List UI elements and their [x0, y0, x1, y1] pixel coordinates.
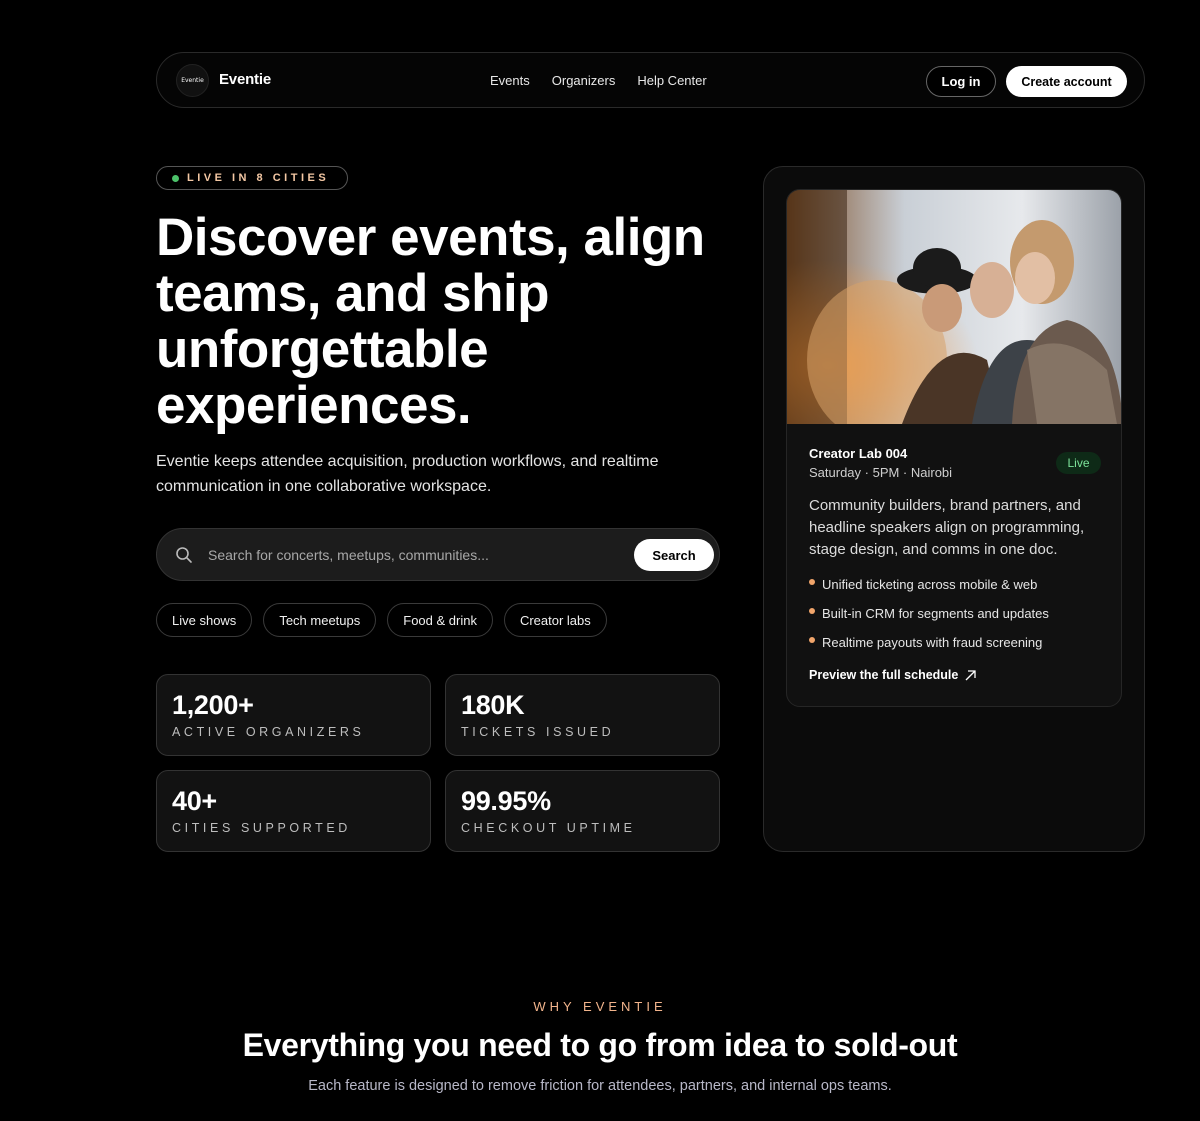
login-button[interactable]: Log in: [926, 66, 996, 97]
bullet-dot-icon: [809, 608, 815, 614]
event-card[interactable]: Creator Lab 004 Saturday · 5PM · Nairobi…: [786, 189, 1122, 707]
search-icon: [176, 547, 192, 563]
search-button[interactable]: Search: [634, 539, 714, 571]
nav-link-organizers[interactable]: Organizers: [552, 73, 616, 88]
stat-value: 180K: [461, 690, 525, 720]
list-item-text: Realtime payouts with fraud screening: [822, 635, 1043, 650]
chip-creator-labs[interactable]: Creator labs: [503, 603, 607, 637]
list-item: Realtime payouts with fraud screening: [809, 634, 1049, 663]
pill-label: LIVE IN 8 CITIES: [187, 172, 330, 184]
live-dot-icon: [172, 174, 179, 182]
live-cities-pill: LIVE IN 8 CITIES: [156, 166, 348, 190]
create-account-button[interactable]: Create account: [1006, 66, 1127, 97]
event-title: Creator Lab 004: [809, 446, 908, 461]
logo[interactable]: Eventie: [176, 64, 209, 97]
stat-card-organizers: 1,200+ ACTIVE ORGANIZERS: [156, 674, 431, 756]
list-item-text: Built-in CRM for segments and updates: [822, 606, 1049, 621]
preview-link-label: Preview the full schedule: [809, 668, 959, 682]
section-kicker: WHY EVENTIE: [533, 999, 667, 1014]
stat-value: 40+: [172, 786, 217, 816]
section-title: Everything you need to go from idea to s…: [242, 1027, 958, 1063]
bullet-dot-icon: [809, 579, 815, 585]
list-item-text: Unified ticketing across mobile & web: [822, 577, 1038, 592]
chip-food-drink[interactable]: Food & drink: [387, 603, 493, 637]
nav-link-help-center[interactable]: Help Center: [637, 73, 706, 88]
stat-label: TICKETS ISSUED: [461, 725, 615, 739]
list-item: Unified ticketing across mobile & web: [809, 576, 1049, 605]
section-subtitle: Each feature is designed to remove frict…: [308, 1078, 892, 1094]
chip-tech-meetups[interactable]: Tech meetups: [263, 603, 377, 637]
event-description: Community builders, brand partners, and …: [809, 497, 1085, 558]
live-badge: Live: [1056, 452, 1101, 474]
stat-label: ACTIVE ORGANIZERS: [172, 725, 365, 739]
event-meta: Saturday · 5PM · Nairobi: [809, 465, 953, 480]
hero-subtitle: Eventie keeps attendee acquisition, prod…: [156, 453, 659, 495]
event-photo: [787, 190, 1121, 424]
bullet-dot-icon: [809, 637, 815, 643]
top-navbar: Eventie Eventie Events Organizers Help C…: [156, 52, 1145, 108]
search-input[interactable]: [208, 544, 628, 566]
search-bar: Search: [156, 528, 720, 581]
preview-schedule-link[interactable]: Preview the full schedule: [809, 668, 977, 682]
logo-text: Eventie: [181, 77, 204, 84]
stat-card-cities: 40+ CITIES SUPPORTED: [156, 770, 431, 852]
stat-label: CHECKOUT UPTIME: [461, 821, 636, 835]
stat-card-tickets: 180K TICKETS ISSUED: [445, 674, 720, 756]
list-item: Built-in CRM for segments and updates: [809, 605, 1049, 634]
hero-title: Discover events, align teams, and ship u…: [156, 208, 705, 435]
nav-links: Events Organizers Help Center: [490, 73, 707, 88]
nav-link-events[interactable]: Events: [490, 73, 530, 88]
stat-value: 99.95%: [461, 786, 551, 816]
chip-live-shows[interactable]: Live shows: [156, 603, 253, 637]
stat-label: CITIES SUPPORTED: [172, 821, 351, 835]
arrow-up-right-icon: [965, 669, 977, 680]
stat-value: 1,200+: [172, 690, 254, 720]
feature-list: Unified ticketing across mobile & web Bu…: [809, 576, 1049, 663]
brand-name[interactable]: Eventie: [219, 71, 271, 88]
category-chips: Live shows Tech meetups Food & drink Cre…: [156, 603, 607, 637]
stat-card-uptime: 99.95% CHECKOUT UPTIME: [445, 770, 720, 852]
